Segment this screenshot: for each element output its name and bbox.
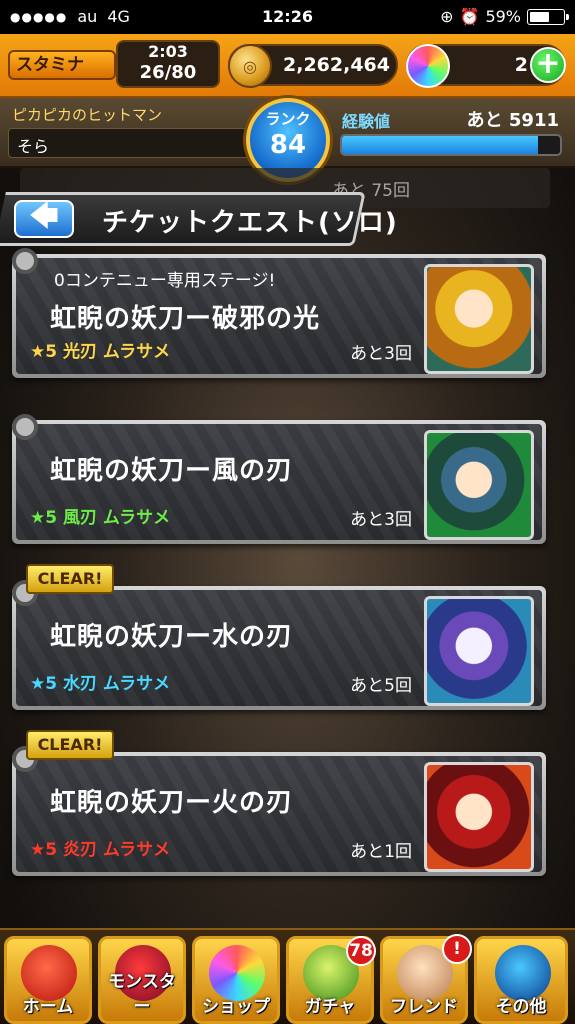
stamina-timer: 2:03 xyxy=(148,42,188,61)
monster-portrait xyxy=(424,264,534,374)
monster-portrait xyxy=(424,762,534,872)
nav-other[interactable]: その他 xyxy=(474,936,568,1024)
quest-remaining: あと3回 xyxy=(350,344,412,364)
quest-stars: ★5 炎刃 ムラサメ xyxy=(30,835,170,860)
battery-percent: 59% xyxy=(485,7,521,26)
quest-monster: ムラサメ xyxy=(102,508,171,528)
exp-bar-fill xyxy=(342,136,539,154)
quest-name: 虹睨の妖刀ー破邪の光 xyxy=(50,304,321,334)
quest-card[interactable]: 虹睨の妖刀ー火の刃 ★5 炎刃 ムラサメ あと1回 xyxy=(12,746,546,876)
quest-remaining: あと1回 xyxy=(350,842,412,862)
quest-card-body: 虹睨の妖刀ー風の刃 ★5 風刃 ムラサメ あと3回 xyxy=(16,424,542,540)
quest-name: 虹睨の妖刀ー風の刃 xyxy=(50,456,294,486)
player-title: ピカピカのヒットマン xyxy=(12,106,163,124)
quest-stars: ★5 水刃 ムラサメ xyxy=(30,669,170,694)
clear-badge: CLEAR! xyxy=(26,730,114,760)
star-rating: ★5 xyxy=(30,342,58,362)
quest-card[interactable]: 虹睨の妖刀ー風の刃 ★5 風刃 ムラサメ あと3回 xyxy=(12,414,546,544)
player-panel: ピカピカのヒットマン そら ランク 84 経験値 あと 5911 xyxy=(0,98,575,182)
quest-remaining: あと3回 xyxy=(350,510,412,530)
nav-shop[interactable]: ショップ xyxy=(192,936,280,1024)
star-rating: ★5 xyxy=(30,840,58,860)
coin-icon: ◎ xyxy=(228,44,272,88)
star-rating: ★5 xyxy=(30,508,58,528)
rank-value: 84 xyxy=(269,130,307,160)
nav-gacha-label: ガチャ xyxy=(304,997,356,1017)
stamina-count: 26/80 xyxy=(139,62,197,83)
clear-badge: CLEAR! xyxy=(26,564,114,594)
status-right: ⊕ ⏰ 59% xyxy=(440,7,569,26)
status-bar: ●●●●● au 4G 12:26 ⊕ ⏰ 59% xyxy=(0,0,575,34)
quest-remaining: あと5回 xyxy=(350,676,412,696)
quest-card-body: 虹睨の妖刀ー水の刃 ★5 水刃 ムラサメ あと5回 xyxy=(16,590,542,706)
quest-name: 虹睨の妖刀ー水の刃 xyxy=(50,622,294,652)
card-pin-icon xyxy=(12,248,38,274)
quest-monster: ムラサメ xyxy=(102,342,171,362)
quest-stars: ★5 光刃 ムラサメ xyxy=(30,337,170,362)
quest-monster: ムラサメ xyxy=(102,674,171,694)
quest-name: 虹睨の妖刀ー火の刃 xyxy=(50,788,294,818)
monster-portrait xyxy=(424,596,534,706)
nav-home-label: ホーム xyxy=(22,997,74,1017)
exp-label: 経験値 xyxy=(342,112,391,131)
rotation-lock-icon: ⊕ xyxy=(440,7,454,26)
page-title: チケットクエスト(ソロ) xyxy=(102,208,398,238)
alarm-icon: ⏰ xyxy=(459,7,480,26)
coin-display: ◎ 2,262,464 xyxy=(228,44,398,88)
nav-home[interactable]: ホーム xyxy=(4,936,92,1024)
resource-header: スタミナ 2:03 26/80 ◎ 2,262,464 2 + xyxy=(0,34,575,98)
nav-monster-label: モンスター xyxy=(108,972,176,1017)
bottom-nav: ホーム モンスター ショップ ガチャ フレンド その他 78 ! xyxy=(0,928,575,1024)
coin-count: 2,262,464 xyxy=(283,54,390,76)
quest-element: 炎刃 xyxy=(63,840,97,860)
player-name: そら xyxy=(8,128,253,158)
quest-monster: ムラサメ xyxy=(102,840,171,860)
card-pin-icon xyxy=(12,414,38,440)
quest-subtitle: 0コンテニュー専用ステージ! xyxy=(54,271,276,291)
back-button[interactable]: 🡄 xyxy=(14,199,74,238)
nav-shop-label: ショップ xyxy=(202,997,270,1017)
nav-friend-label: フレンド xyxy=(390,997,458,1017)
quest-stars: ★5 風刃 ムラサメ xyxy=(30,503,170,528)
stamina-label: スタミナ xyxy=(8,50,116,80)
monster-portrait xyxy=(424,430,534,540)
quest-element: 風刃 xyxy=(63,508,97,528)
exp-bar xyxy=(340,134,562,156)
star-rating: ★5 xyxy=(30,674,58,694)
friend-alert-badge: ! xyxy=(442,934,472,964)
quest-card-body: 虹睨の妖刀ー火の刃 ★5 炎刃 ムラサメ あと1回 xyxy=(16,756,542,872)
orb-count: 2 xyxy=(514,54,528,76)
quest-element: 水刃 xyxy=(63,674,97,694)
orb-display: 2 + xyxy=(406,44,566,88)
quest-card[interactable]: 0コンテニュー専用ステージ! 虹睨の妖刀ー破邪の光 ★5 光刃 ムラサメ あと3… xyxy=(12,248,546,378)
gacha-badge: 78 xyxy=(346,936,376,966)
buy-orb-button[interactable]: + xyxy=(530,47,566,83)
nav-other-label: その他 xyxy=(495,997,547,1017)
battery-icon xyxy=(527,8,569,25)
battery-level xyxy=(530,11,549,22)
orb-icon xyxy=(406,44,450,88)
quest-card-body: 0コンテニュー専用ステージ! 虹睨の妖刀ー破邪の光 ★5 光刃 ムラサメ あと3… xyxy=(16,258,542,374)
stamina-box[interactable]: 2:03 26/80 xyxy=(116,40,220,88)
quest-card[interactable]: 虹睨の妖刀ー水の刃 ★5 水刃 ムラサメ あと5回 xyxy=(12,580,546,710)
quest-element: 光刃 xyxy=(63,342,97,362)
exp-remaining: あと 5911 xyxy=(466,110,559,131)
nav-monster[interactable]: モンスター xyxy=(98,936,186,1024)
rank-label: ランク xyxy=(265,110,311,128)
